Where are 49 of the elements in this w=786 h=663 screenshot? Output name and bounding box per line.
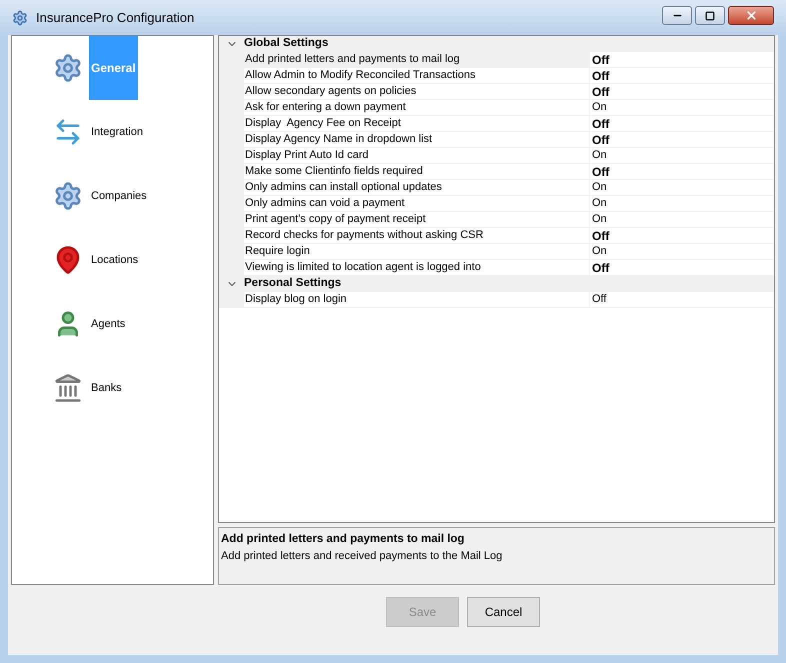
property-value[interactable]: On <box>590 196 774 211</box>
property-value[interactable]: Off <box>590 68 774 83</box>
gear-icon <box>53 53 83 83</box>
property-name[interactable]: Display Agency Name in dropdown list <box>244 132 590 147</box>
sidebar-item[interactable]: Companies <box>89 188 149 204</box>
property-value[interactable]: Off <box>590 228 774 243</box>
bank-icon <box>53 373 83 403</box>
property-name[interactable]: Record checks for payments without asking CSR <box>244 228 590 243</box>
property-value[interactable]: On <box>590 148 774 163</box>
group-header: Global Settings <box>244 36 328 52</box>
close-button[interactable] <box>728 6 774 25</box>
cancel-button[interactable]: Cancel <box>467 597 540 627</box>
property-name[interactable]: Viewing is limited to location agent is logged into <box>244 260 590 275</box>
close-icon <box>744 9 758 22</box>
minimize-button[interactable] <box>662 6 692 25</box>
property-name[interactable]: Print agent's copy of payment receipt <box>244 212 590 227</box>
property-value[interactable]: On <box>590 244 774 259</box>
property-value[interactable]: Off <box>590 84 774 99</box>
property-name[interactable]: Display Print Auto Id card <box>244 148 590 163</box>
property-value[interactable]: Off <box>590 292 774 307</box>
property-name[interactable]: Allow Admin to Modify Reconciled Transactions <box>244 68 590 83</box>
sidebar-item[interactable]: Agents <box>89 316 128 332</box>
gear-icon <box>12 10 28 26</box>
property-name[interactable]: Make some Clientinfo fields required <box>244 164 590 179</box>
sidebar-item[interactable]: Locations <box>89 252 140 268</box>
property-value[interactable]: Off <box>590 116 774 131</box>
sidebar-item[interactable]: Banks <box>89 380 124 396</box>
property-name[interactable]: Require login <box>244 244 590 259</box>
gear-icon <box>53 181 83 211</box>
property-name[interactable]: Display Agency Fee on Receipt <box>244 116 590 131</box>
property-value[interactable]: Off <box>590 260 774 275</box>
property-name[interactable]: Only admins can install optional updates <box>244 180 590 195</box>
property-value[interactable]: On <box>590 212 774 227</box>
maximize-icon <box>705 10 715 20</box>
maximize-button[interactable] <box>695 6 725 25</box>
window-title: InsurancePro Configuration <box>36 8 196 27</box>
description-text: Add printed letters and received payments to the Mail Log <box>221 549 504 564</box>
property-name[interactable]: Display blog on login <box>244 292 590 307</box>
group-header: Personal Settings <box>244 276 342 292</box>
property-name[interactable]: Ask for entering a down payment <box>244 100 590 115</box>
property-value[interactable]: Off <box>590 132 774 147</box>
property-value[interactable]: On <box>590 180 774 195</box>
property-value[interactable]: On <box>590 100 774 115</box>
property-value[interactable]: Off <box>590 52 774 67</box>
sidebar-item[interactable]: Integration <box>89 124 145 140</box>
property-value[interactable]: Off <box>590 164 774 179</box>
description-title: Add printed letters and payments to mail log <box>221 532 466 547</box>
property-name[interactable]: Only admins can void a payment <box>244 196 590 211</box>
property-name[interactable]: Allow secondary agents on policies <box>244 84 590 99</box>
